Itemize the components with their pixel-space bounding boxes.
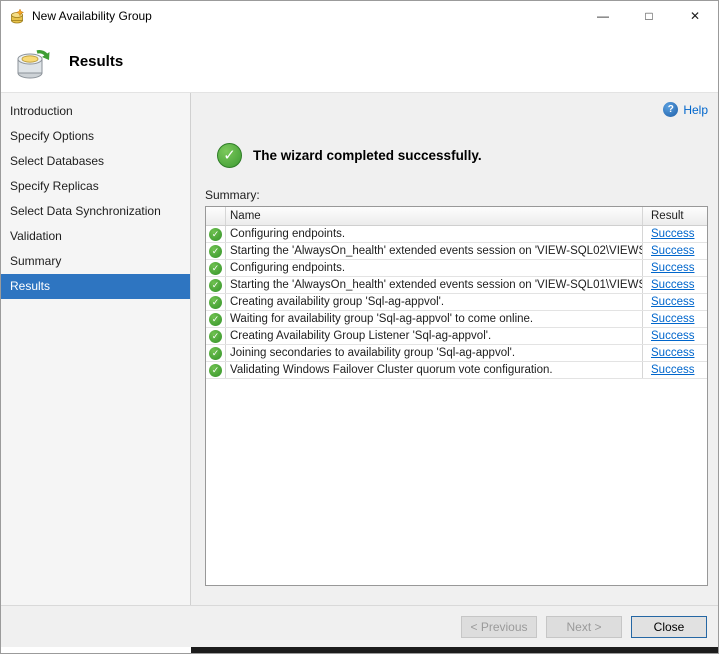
help-label: Help bbox=[683, 103, 708, 117]
help-row: ? Help bbox=[205, 101, 708, 119]
icon-column-header bbox=[206, 207, 226, 225]
table-row: ✓ Creating Availability Group Listener '… bbox=[206, 328, 707, 345]
summary-table: Name Result ✓ Configuring endpoints. Suc… bbox=[205, 206, 708, 586]
close-button[interactable]: Close bbox=[631, 616, 707, 638]
wizard-steps-sidebar: Introduction Specify Options Select Data… bbox=[1, 93, 191, 605]
success-check-icon: ✓ bbox=[209, 279, 222, 292]
table-row: ✓ Waiting for availability group 'Sql-ag… bbox=[206, 311, 707, 328]
success-link[interactable]: Success bbox=[651, 364, 694, 376]
success-check-icon: ✓ bbox=[209, 245, 222, 258]
sidebar-item-introduction[interactable]: Introduction bbox=[1, 99, 190, 124]
success-link[interactable]: Success bbox=[651, 330, 694, 342]
success-link[interactable]: Success bbox=[651, 228, 694, 240]
table-row: ✓ Configuring endpoints. Success bbox=[206, 226, 707, 243]
next-button[interactable]: Next > bbox=[546, 616, 622, 638]
window-title: New Availability Group bbox=[32, 9, 580, 23]
previous-button[interactable]: < Previous bbox=[461, 616, 537, 638]
wizard-header: Results bbox=[1, 31, 718, 93]
success-check-icon: ✓ bbox=[209, 228, 222, 241]
summary-label: Summary: bbox=[205, 188, 708, 202]
success-check-icon: ✓ bbox=[217, 143, 242, 168]
success-check-icon: ✓ bbox=[209, 330, 222, 343]
sidebar-item-results[interactable]: Results bbox=[1, 274, 190, 299]
success-link[interactable]: Success bbox=[651, 279, 694, 291]
success-link[interactable]: Success bbox=[651, 262, 694, 274]
page-title: Results bbox=[69, 53, 123, 70]
bottom-edge-dark bbox=[191, 647, 718, 653]
task-name: Creating Availability Group Listener 'Sq… bbox=[226, 328, 643, 344]
result-column-header: Result bbox=[643, 207, 707, 225]
footer-button-bar: < Previous Next > Close bbox=[1, 605, 718, 647]
sidebar-item-summary[interactable]: Summary bbox=[1, 249, 190, 274]
task-name: Starting the 'AlwaysOn_health' extended … bbox=[226, 277, 643, 293]
success-link[interactable]: Success bbox=[651, 347, 694, 359]
sidebar-item-specify-options[interactable]: Specify Options bbox=[1, 124, 190, 149]
table-row: ✓ Starting the 'AlwaysOn_health' extende… bbox=[206, 243, 707, 260]
table-row: ✓ Starting the 'AlwaysOn_health' extende… bbox=[206, 277, 707, 294]
success-check-icon: ✓ bbox=[209, 262, 222, 275]
task-name: Configuring endpoints. bbox=[226, 260, 643, 276]
help-link[interactable]: ? Help bbox=[663, 102, 708, 117]
table-row: ✓ Creating availability group 'Sql-ag-ap… bbox=[206, 294, 707, 311]
task-name: Configuring endpoints. bbox=[226, 226, 643, 242]
task-name: Starting the 'AlwaysOn_health' extended … bbox=[226, 243, 643, 259]
summary-table-header: Name Result bbox=[206, 207, 707, 226]
completion-status: ✓ The wizard completed successfully. bbox=[217, 143, 708, 168]
table-row: ✓ Joining secondaries to availability gr… bbox=[206, 345, 707, 362]
table-row: ✓ Configuring endpoints. Success bbox=[206, 260, 707, 277]
help-icon: ? bbox=[663, 102, 678, 117]
sidebar-item-specify-replicas[interactable]: Specify Replicas bbox=[1, 174, 190, 199]
success-check-icon: ✓ bbox=[209, 313, 222, 326]
success-link[interactable]: Success bbox=[651, 313, 694, 325]
wizard-window: New Availability Group — □ ✕ Results Int… bbox=[0, 0, 719, 654]
close-window-button[interactable]: ✕ bbox=[672, 1, 718, 31]
success-check-icon: ✓ bbox=[209, 364, 222, 377]
task-name: Creating availability group 'Sql-ag-appv… bbox=[226, 294, 643, 310]
name-column-header: Name bbox=[226, 207, 643, 225]
database-refresh-icon bbox=[13, 42, 53, 82]
table-row: ✓ Validating Windows Failover Cluster qu… bbox=[206, 362, 707, 379]
maximize-button[interactable]: □ bbox=[626, 1, 672, 31]
app-icon bbox=[9, 8, 25, 24]
bottom-edge bbox=[1, 647, 718, 653]
success-link[interactable]: Success bbox=[651, 296, 694, 308]
task-name: Waiting for availability group 'Sql-ag-a… bbox=[226, 311, 643, 327]
titlebar: New Availability Group — □ ✕ bbox=[1, 1, 718, 31]
bottom-edge-left bbox=[1, 647, 191, 653]
results-panel: ? Help ✓ The wizard completed successful… bbox=[191, 93, 718, 605]
completion-message: The wizard completed successfully. bbox=[253, 148, 482, 163]
wizard-body: Introduction Specify Options Select Data… bbox=[1, 93, 718, 605]
success-link[interactable]: Success bbox=[651, 245, 694, 257]
task-name: Validating Windows Failover Cluster quor… bbox=[226, 362, 643, 378]
minimize-button[interactable]: — bbox=[580, 1, 626, 31]
window-controls: — □ ✕ bbox=[580, 1, 718, 31]
sidebar-item-select-data-synchronization[interactable]: Select Data Synchronization bbox=[1, 199, 190, 224]
success-check-icon: ✓ bbox=[209, 347, 222, 360]
task-name: Joining secondaries to availability grou… bbox=[226, 345, 643, 361]
sidebar-item-select-databases[interactable]: Select Databases bbox=[1, 149, 190, 174]
sidebar-item-validation[interactable]: Validation bbox=[1, 224, 190, 249]
success-check-icon: ✓ bbox=[209, 296, 222, 309]
